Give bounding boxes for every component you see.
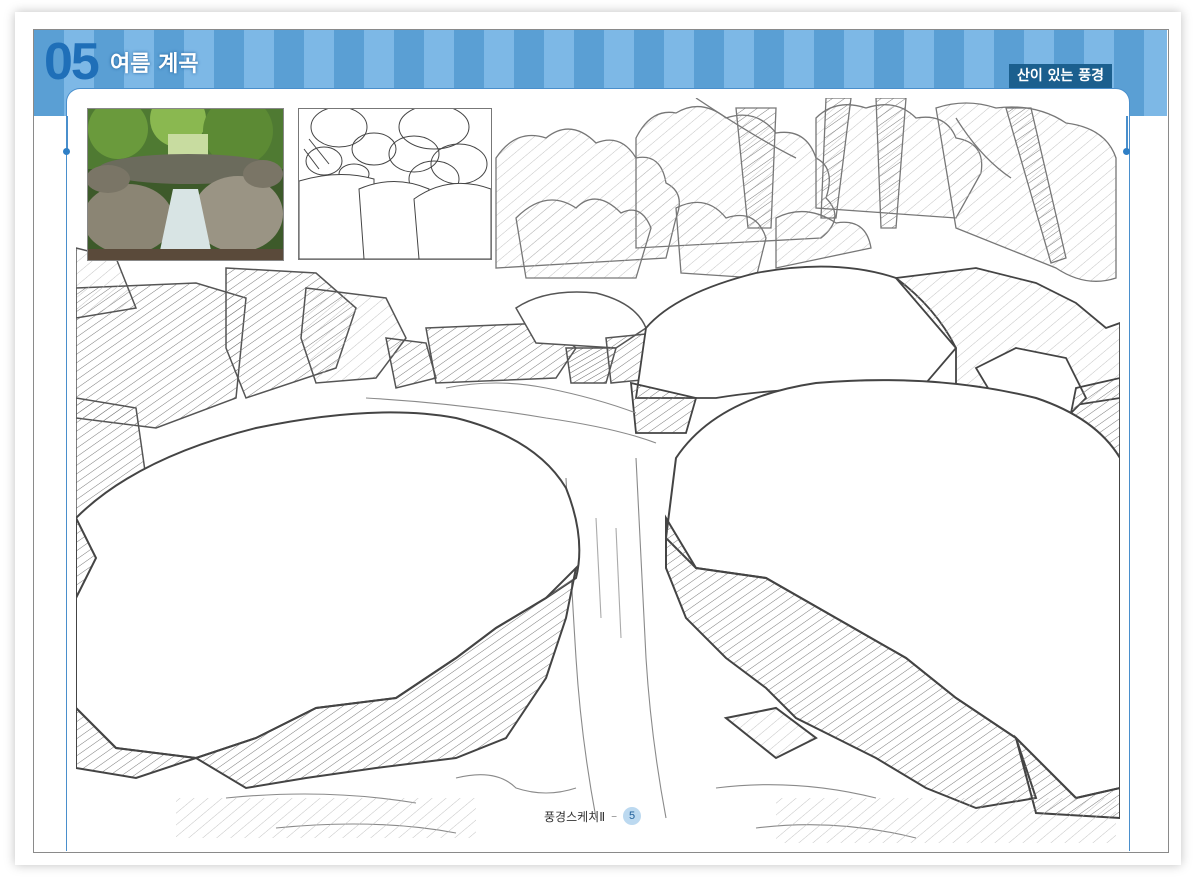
right-edge-dot (1123, 148, 1130, 155)
footer-separator: – (611, 809, 618, 823)
book-title: 풍경스케치Ⅱ (544, 809, 606, 824)
reference-photo (87, 108, 284, 261)
chapter-number: 05 (44, 33, 100, 91)
chapter-title: 여름 계곡 (110, 52, 199, 77)
left-edge-line (66, 116, 68, 152)
lower-left-boulder (76, 411, 581, 790)
left-edge-dot (63, 148, 70, 155)
page-footer: 풍경스케치Ⅱ – 5 (544, 806, 642, 826)
lower-right-boulder (664, 379, 1120, 820)
background-trees (495, 98, 1117, 282)
shore-shading (176, 798, 1116, 843)
category-tag: 산이 있는 풍경 (1008, 64, 1112, 88)
right-edge-line (1126, 116, 1128, 152)
shape-guide-diagram (298, 108, 492, 260)
page-number: 5 (623, 807, 642, 825)
